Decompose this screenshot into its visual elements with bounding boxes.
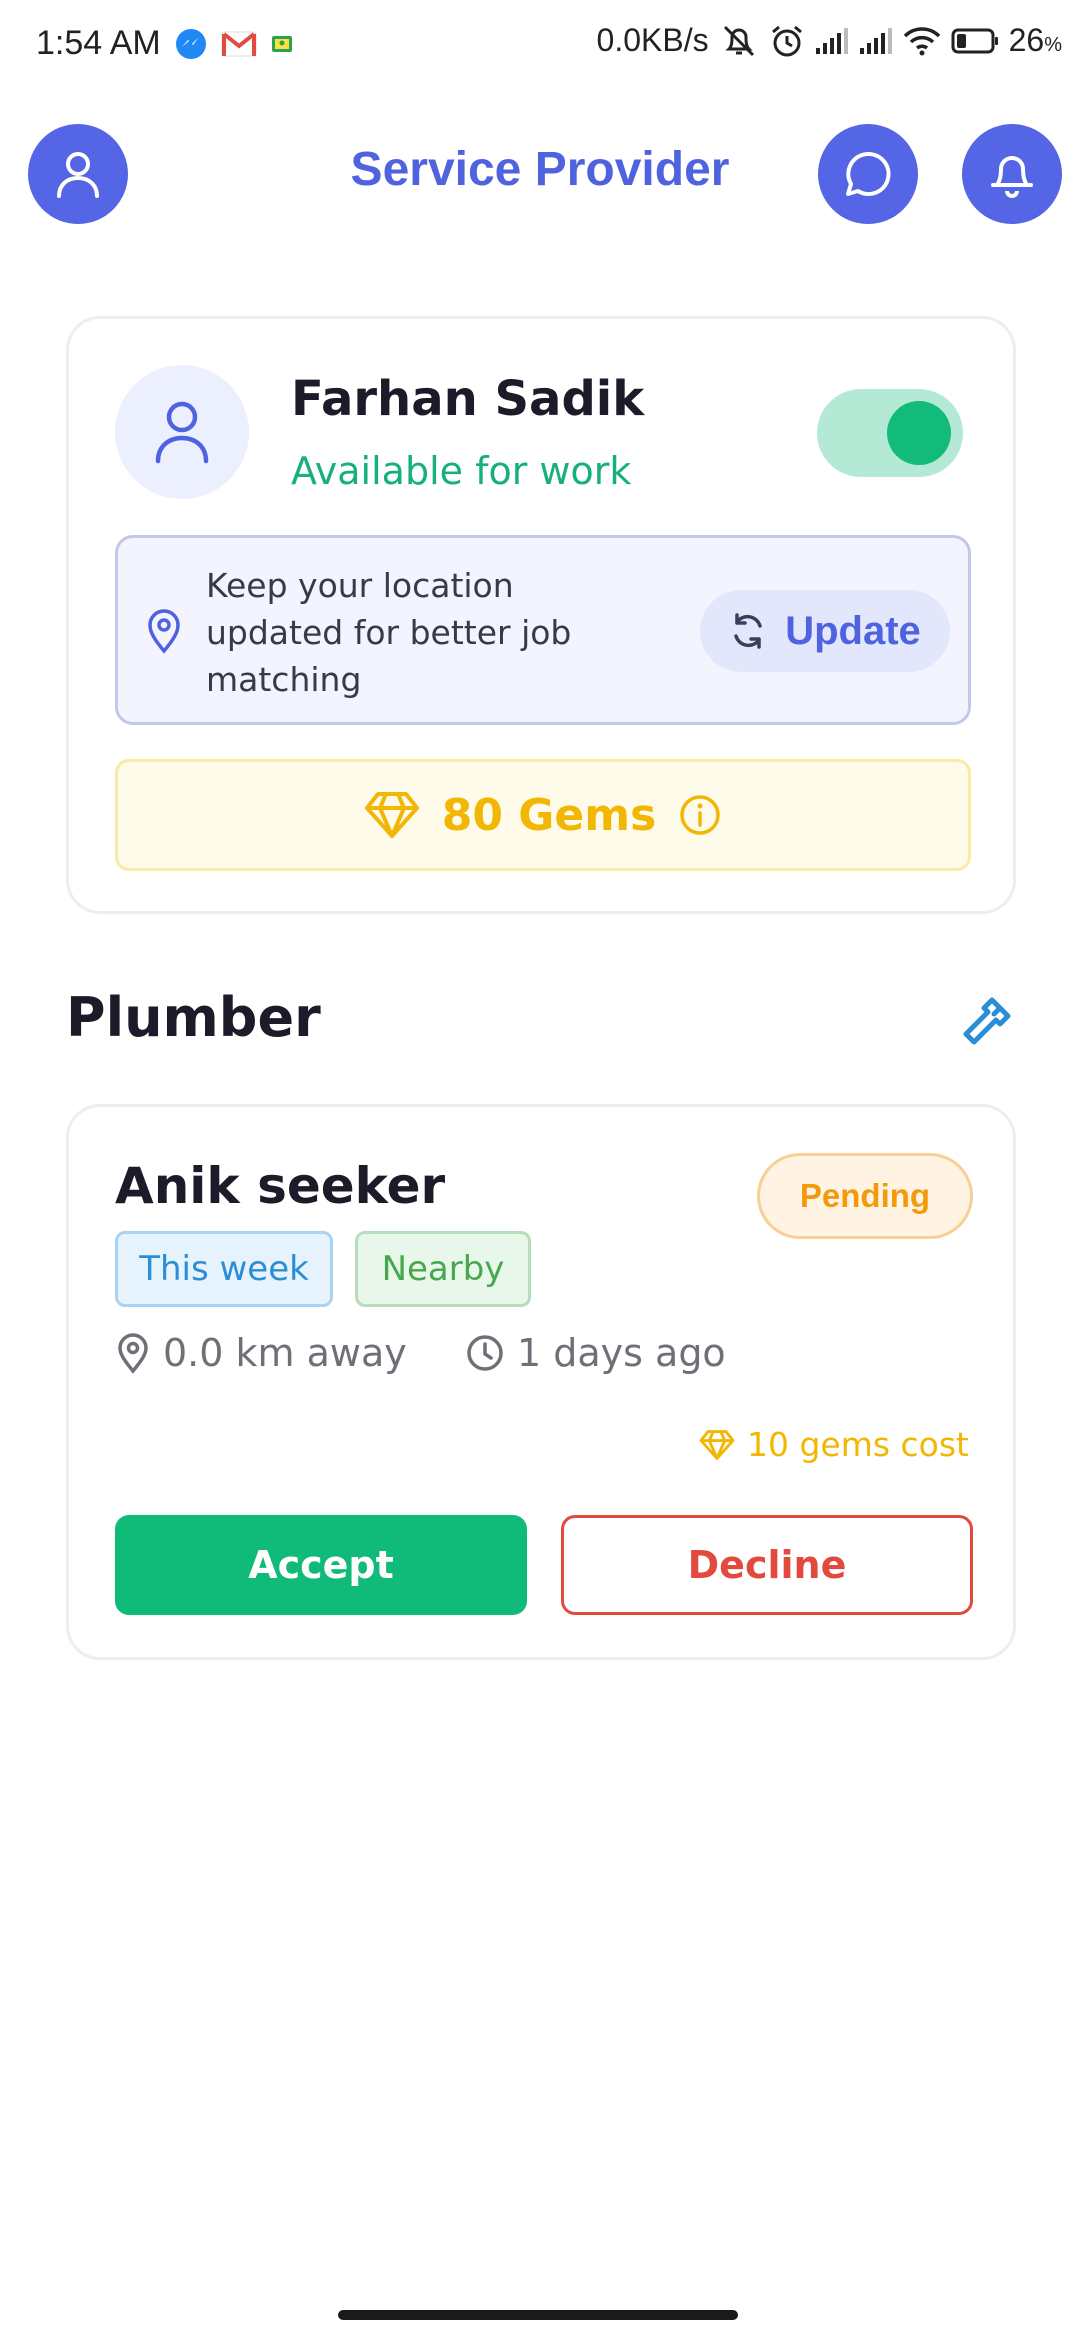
gmail-icon (221, 31, 257, 57)
classroom-icon (272, 36, 292, 52)
job-distance: 0.0 km away (115, 1331, 407, 1375)
decline-button[interactable]: Decline (561, 1515, 973, 1615)
status-badge: Pending (757, 1153, 973, 1239)
messenger-icon (176, 29, 206, 59)
chat-button[interactable] (818, 124, 918, 224)
seeker-name: Anik seeker (115, 1157, 446, 1215)
network-speed: 0.0KB/s (596, 22, 709, 58)
location-notice: Keep your location updated for better jo… (115, 535, 971, 725)
gems-count: 80 Gems (441, 789, 657, 841)
mute-icon (723, 25, 754, 56)
location-pin-icon (148, 609, 180, 654)
cost-text: 10 gems cost (746, 1425, 969, 1464)
profile-button[interactable] (28, 124, 128, 224)
refresh-icon (734, 613, 762, 649)
wifi-icon (903, 26, 940, 55)
notification-icons (175, 28, 293, 60)
battery-icon (951, 28, 998, 53)
battery-level: 26% (1008, 22, 1062, 58)
gem-icon (699, 1429, 735, 1460)
page-title: Service Provider (350, 143, 730, 196)
gems-cost: 10 gems cost (699, 1425, 969, 1464)
info-icon[interactable] (678, 793, 722, 837)
avatar (115, 365, 249, 499)
posted-text: 1 days ago (517, 1331, 726, 1375)
gem-icon (364, 792, 419, 838)
availability-status: Available for work (291, 449, 632, 493)
provider-name: Farhan Sadik (291, 371, 645, 427)
battery-unit: % (1044, 34, 1062, 56)
tag-this-week: This week (115, 1231, 333, 1307)
update-label: Update (785, 608, 921, 653)
notifications-button[interactable] (962, 124, 1062, 224)
location-message: Keep your location updated for better jo… (206, 566, 572, 699)
status-right: 0.0KB/s 26% (597, 22, 1062, 59)
user-icon (57, 152, 99, 198)
job-card[interactable]: Anik seeker Pending This week Nearby 0.0… (66, 1104, 1016, 1660)
section-title: Plumber (66, 986, 321, 1049)
update-location-button[interactable]: Update (700, 590, 950, 672)
home-indicator[interactable] (338, 2310, 738, 2320)
chat-icon (846, 151, 891, 196)
distance-text: 0.0 km away (163, 1331, 407, 1375)
wrench-icon (963, 997, 1011, 1045)
alarm-icon (771, 25, 802, 56)
tag-nearby: Nearby (355, 1231, 531, 1307)
toggle-knob (887, 401, 951, 465)
status-time: 1:54 AM (36, 24, 161, 62)
profile-card: Farhan Sadik Available for work Keep you… (66, 316, 1016, 914)
clock-icon (467, 1335, 503, 1371)
signal-icon (815, 27, 848, 54)
accept-button[interactable]: Accept (115, 1515, 527, 1615)
gems-balance[interactable]: 80 Gems (115, 759, 971, 871)
job-posted-time: 1 days ago (465, 1331, 726, 1375)
bell-icon (991, 156, 1033, 198)
availability-toggle[interactable] (817, 389, 963, 477)
location-pin-icon (118, 1333, 148, 1374)
user-icon (155, 401, 209, 464)
signal-icon (859, 27, 892, 54)
status-bar: 1:54 AM 0.0KB/s 26% (0, 0, 1080, 92)
